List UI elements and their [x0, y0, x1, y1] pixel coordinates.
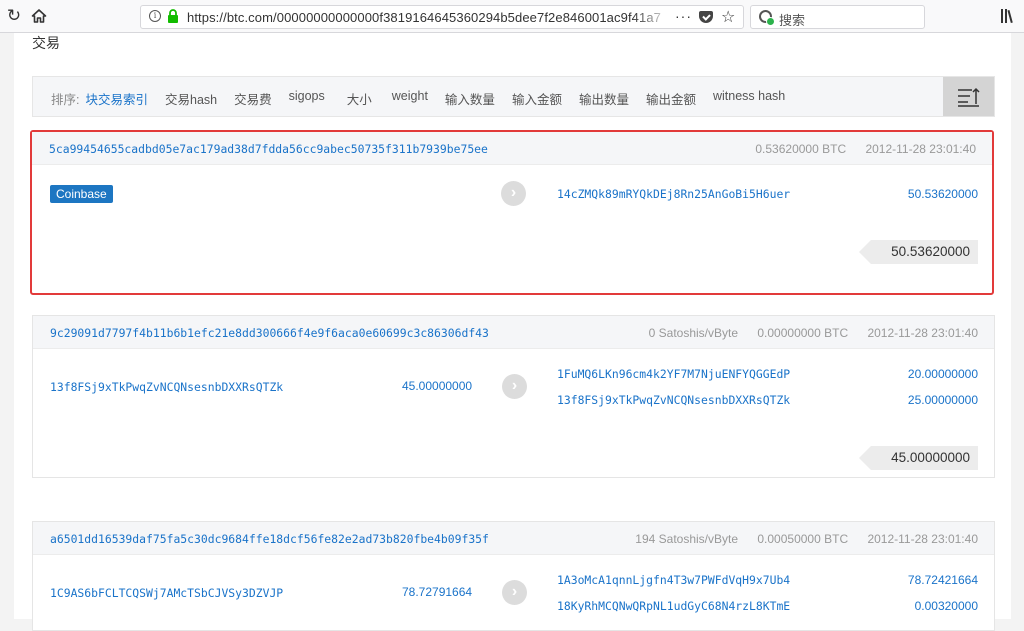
transaction-fee: 0.00000000 BTC: [757, 326, 849, 340]
transaction-hash-link[interactable]: 9c29091d7797f4b11b6b1efc21e8dd300666f4e9…: [50, 326, 489, 340]
arrow-right-icon: ›: [501, 181, 526, 206]
sort-bar: 排序: 块交易索引 交易hash 交易费 sigops 大小 weight 输入…: [32, 76, 995, 117]
transaction-fee: 0.00050000 BTC: [757, 532, 849, 546]
transaction-total: 50.53620000: [859, 240, 978, 264]
output-address-link[interactable]: 1FuMQ6LKn96cm4k2YF7M7NjuENFYQGGEdP: [557, 367, 790, 381]
transaction-header: 5ca99454655cadbd05e7ac179ad38d7fdda56cc9…: [32, 132, 992, 165]
transaction-fee: 0.53620000 BTC: [755, 142, 847, 156]
sort-option-witness-hash[interactable]: witness hash: [713, 89, 785, 108]
output-amount: 78.72421664: [907, 573, 978, 587]
transaction-card: 5ca99454655cadbd05e7ac179ad38d7fdda56cc9…: [30, 130, 994, 295]
transaction-time: 2012-11-28 23:01:40: [867, 532, 978, 546]
pocket-icon[interactable]: [699, 11, 713, 23]
transaction-header: 9c29091d7797f4b11b6b1efc21e8dd300666f4e9…: [33, 316, 994, 349]
transaction-fee-rate: 0 Satoshis/vByte: [648, 326, 739, 340]
sort-label: 排序:: [51, 93, 80, 107]
arrow-right-icon: ›: [502, 580, 527, 605]
transaction-meta: 0 Satoshis/vByte 0.00000000 BTC 2012-11-…: [633, 326, 978, 340]
transaction-card: a6501dd16539daf75fa5c30dc9684ffe18dcf56f…: [32, 521, 995, 631]
browser-toolbar: ↻ i https://btc.com/00000000000000f38191…: [0, 0, 1024, 33]
library-icon[interactable]: [1000, 8, 1014, 24]
sort-option-input-count[interactable]: 输入数量: [445, 89, 495, 108]
sort-ascending-icon: [958, 87, 980, 107]
input-address-link[interactable]: 13f8FSj9xTkPwqZvNCQNsesnbDXXRsQTZk: [50, 380, 283, 394]
transaction-meta: 194 Satoshis/vByte 0.00050000 BTC 2012-1…: [619, 532, 978, 546]
url-text[interactable]: https://btc.com/00000000000000f381916464…: [187, 10, 673, 25]
output-amount: 50.53620000: [907, 187, 978, 201]
output-address-link[interactable]: 13f8FSj9xTkPwqZvNCQNsesnbDXXRsQTZk: [557, 393, 790, 407]
lock-icon[interactable]: [167, 9, 179, 23]
output-address-link[interactable]: 14cZMQk89mRYQkDEj8Rn25AnGoBi5H6uer: [557, 187, 790, 201]
section-title: 交易: [32, 35, 60, 51]
reload-icon[interactable]: ↻: [4, 6, 24, 26]
sort-option-input-amount[interactable]: 输入金额: [512, 89, 562, 108]
coinbase-badge: Coinbase: [50, 185, 113, 203]
sort-option-size[interactable]: 大小: [347, 89, 372, 108]
home-icon[interactable]: [29, 6, 49, 26]
url-bar[interactable]: i https://btc.com/00000000000000f3819164…: [140, 5, 744, 29]
transaction-meta: 0.53620000 BTC 2012-11-28 23:01:40: [739, 142, 976, 156]
arrow-right-icon: ›: [502, 374, 527, 399]
transaction-total: 45.00000000: [859, 446, 978, 470]
sort-option-fee[interactable]: 交易费: [234, 89, 272, 108]
output-amount: 25.00000000: [907, 393, 978, 407]
info-icon[interactable]: i: [149, 10, 161, 22]
output-amount: 0.00320000: [914, 599, 978, 613]
transaction-hash-link[interactable]: 5ca99454655cadbd05e7ac179ad38d7fdda56cc9…: [49, 142, 488, 156]
output-address-link[interactable]: 18KyRhMCQNwQRpNL1udGyC68N4rzL8KTmE: [557, 599, 790, 613]
transaction-hash-link[interactable]: a6501dd16539daf75fa5c30dc9684ffe18dcf56f…: [50, 532, 489, 546]
input-amount: 78.72791664: [402, 585, 473, 599]
sort-option-weight[interactable]: weight: [392, 89, 428, 108]
sort-option-sigops[interactable]: sigops: [289, 89, 325, 108]
search-input[interactable]: 搜索: [750, 5, 925, 29]
page-actions-icon[interactable]: ···: [675, 8, 692, 24]
transaction-time: 2012-11-28 23:01:40: [865, 142, 976, 156]
transaction-time: 2012-11-28 23:01:40: [867, 326, 978, 340]
search-icon: [759, 10, 775, 26]
transaction-card: 9c29091d7797f4b11b6b1efc21e8dd300666f4e9…: [32, 315, 995, 478]
input-address-link[interactable]: 1C9AS6bFCLTCQSWj7AMcTSbCJVSy3DZVJP: [50, 586, 283, 600]
input-amount: 45.00000000: [402, 379, 473, 393]
sort-option-output-count[interactable]: 输出数量: [579, 89, 629, 108]
search-placeholder: 搜索: [779, 13, 806, 28]
sort-options: 排序: 块交易索引 交易hash 交易费 sigops 大小 weight 输入…: [51, 89, 802, 108]
sort-option-block-index[interactable]: 块交易索引: [85, 89, 148, 108]
transaction-fee-rate: 194 Satoshis/vByte: [635, 532, 739, 546]
output-amount: 20.00000000: [907, 367, 978, 381]
bookmark-star-icon[interactable]: ☆: [721, 7, 735, 27]
sort-option-tx-hash[interactable]: 交易hash: [165, 89, 217, 108]
sort-direction-button[interactable]: [943, 77, 994, 116]
transaction-header: a6501dd16539daf75fa5c30dc9684ffe18dcf56f…: [33, 522, 994, 555]
output-address-link[interactable]: 1A3oMcA1qnnLjgfn4T3w7PWFdVqH9x7Ub4: [557, 573, 790, 587]
sort-option-output-amount[interactable]: 输出金额: [646, 89, 696, 108]
